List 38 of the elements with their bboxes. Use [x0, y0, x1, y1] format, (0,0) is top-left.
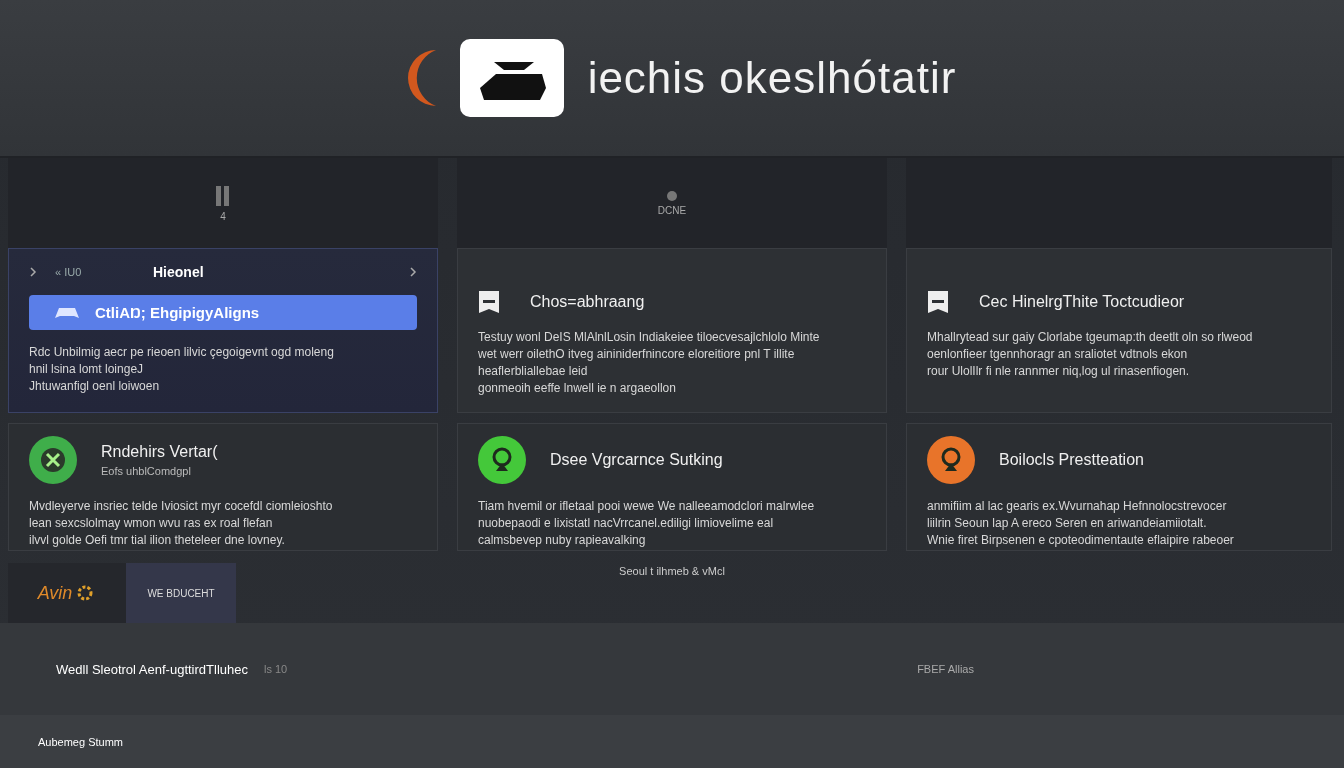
- card[interactable]: « IU0 Hieonel CtliAŊ; EhgipigyAligns Rdc Unbilmig aecr pe rieoen lilvic çegoigevnt ogd moleng hnil lsina lomt loingeJ Jhtuwanfigl oenl loiwoen: [8, 248, 438, 413]
- flag-icon: [927, 289, 949, 315]
- action-button[interactable]: CtliAŊ; EhgipigyAligns: [29, 295, 417, 330]
- card-subtitle: Eofs uhblComdgpl: [101, 465, 192, 477]
- status-dot-icon: [667, 190, 677, 201]
- footer-title: Wedll Sleotrol Aenf-ugttirdTlluhec: [56, 661, 248, 677]
- pin-icon: [490, 447, 514, 473]
- footer-label: FBEF Allias: [917, 663, 974, 675]
- card-text: Rdc Unbilmig aecr pe rieoen lilvic çegoigevnt ogd moleng hnil lsina lomt loingeJ Jhtuwanfigl oenl loiwoen: [29, 344, 335, 395]
- card-title: Rndehirs Vertar(: [101, 443, 218, 460]
- chevron-right-icon: [409, 267, 417, 277]
- app-title: iechis okeslhótatir: [587, 53, 957, 103]
- card-text: Testuy wonl DeIS MlAlnlLosin Indiakeiee tiloecvesajlchlolo Minte wet werr oilethO itveg aininiderfnincore eloreitiore pnl T illite heaflerbliallebae leid gonmeoih eeffe lnwell ie n argaeollon: [478, 329, 821, 397]
- column-label: DCNE: [657, 204, 687, 216]
- card-title: Chos=abhraang: [530, 293, 645, 311]
- tile-label: WE BDUCEHT: [147, 587, 215, 599]
- pin-icon: [939, 447, 963, 473]
- caption: Seoul t ilhmeb & vMcl: [619, 565, 725, 577]
- card-title: Hieonel: [153, 264, 205, 280]
- card-text: anmifiim al lac gearis ex.Wvurnahap Hefnnolocstrevocer liilrin Seoun lap A ereco Seren en ariwandeiamiiotalt. Wnie firet Birpsenen e cpoteodimentaute eflaipire rabeoer: [927, 498, 1235, 549]
- card-text: Mhallrytead sur gaiy Clorlabe tgeumap:th deetlt oln so rlweod oenlonfieer tgennhoragr an sraliotet vdtnols ekon rour UlolIlr fi nle rannmer niq,log ul rinasenfiogen.: [927, 329, 1254, 380]
- card-text: Tiam hvemil or ifletaal pooi wewe We nalleeamodclori malrwlee nuobepaodi e lixistatl nacVrrcanel.ediligi limiovelime eal calmsbevep nuby rapieavalking: [478, 498, 816, 549]
- card[interactable]: [457, 248, 887, 413]
- card-title: Boilocls Prestteation: [999, 451, 1144, 468]
- close-icon: [40, 447, 66, 473]
- card-text: Mvdleyerve insriec telde Iviosict myr cocefdl ciomleioshto lean sexcslolmay wmon wvu ras ex roal flefan ilvvl golde Oefi tmr tial ilion theteleer dne lovney.: [29, 498, 334, 549]
- card[interactable]: Cec HinelrgThite Toctcudieor Mhallrytead sur gaiy Clorlabe tgeumap:th deetlt oln so rlweod oenlonfieer tgennhoragr an sraliotet vdtnols ekon rour UlolIlr fi nle rannmer niq,log ul rinasenfiogen.: [906, 248, 1332, 413]
- brand-logo: Avin: [37, 582, 73, 604]
- card-title: Cec HinelrgThite Toctcudieor: [979, 293, 1185, 311]
- footer-count: ls 10: [263, 663, 288, 675]
- status-text: Aubemeg Stumm: [38, 735, 123, 748]
- card-title: Dsee Vgrcarnce Sutking: [550, 451, 723, 468]
- gamepad-icon: [53, 305, 81, 320]
- column-label: 4: [220, 210, 226, 222]
- nav-label: « IU0: [55, 266, 83, 278]
- flag-icon: [478, 289, 500, 315]
- chevron-right-icon: [29, 267, 37, 277]
- bars-icon: [215, 184, 231, 207]
